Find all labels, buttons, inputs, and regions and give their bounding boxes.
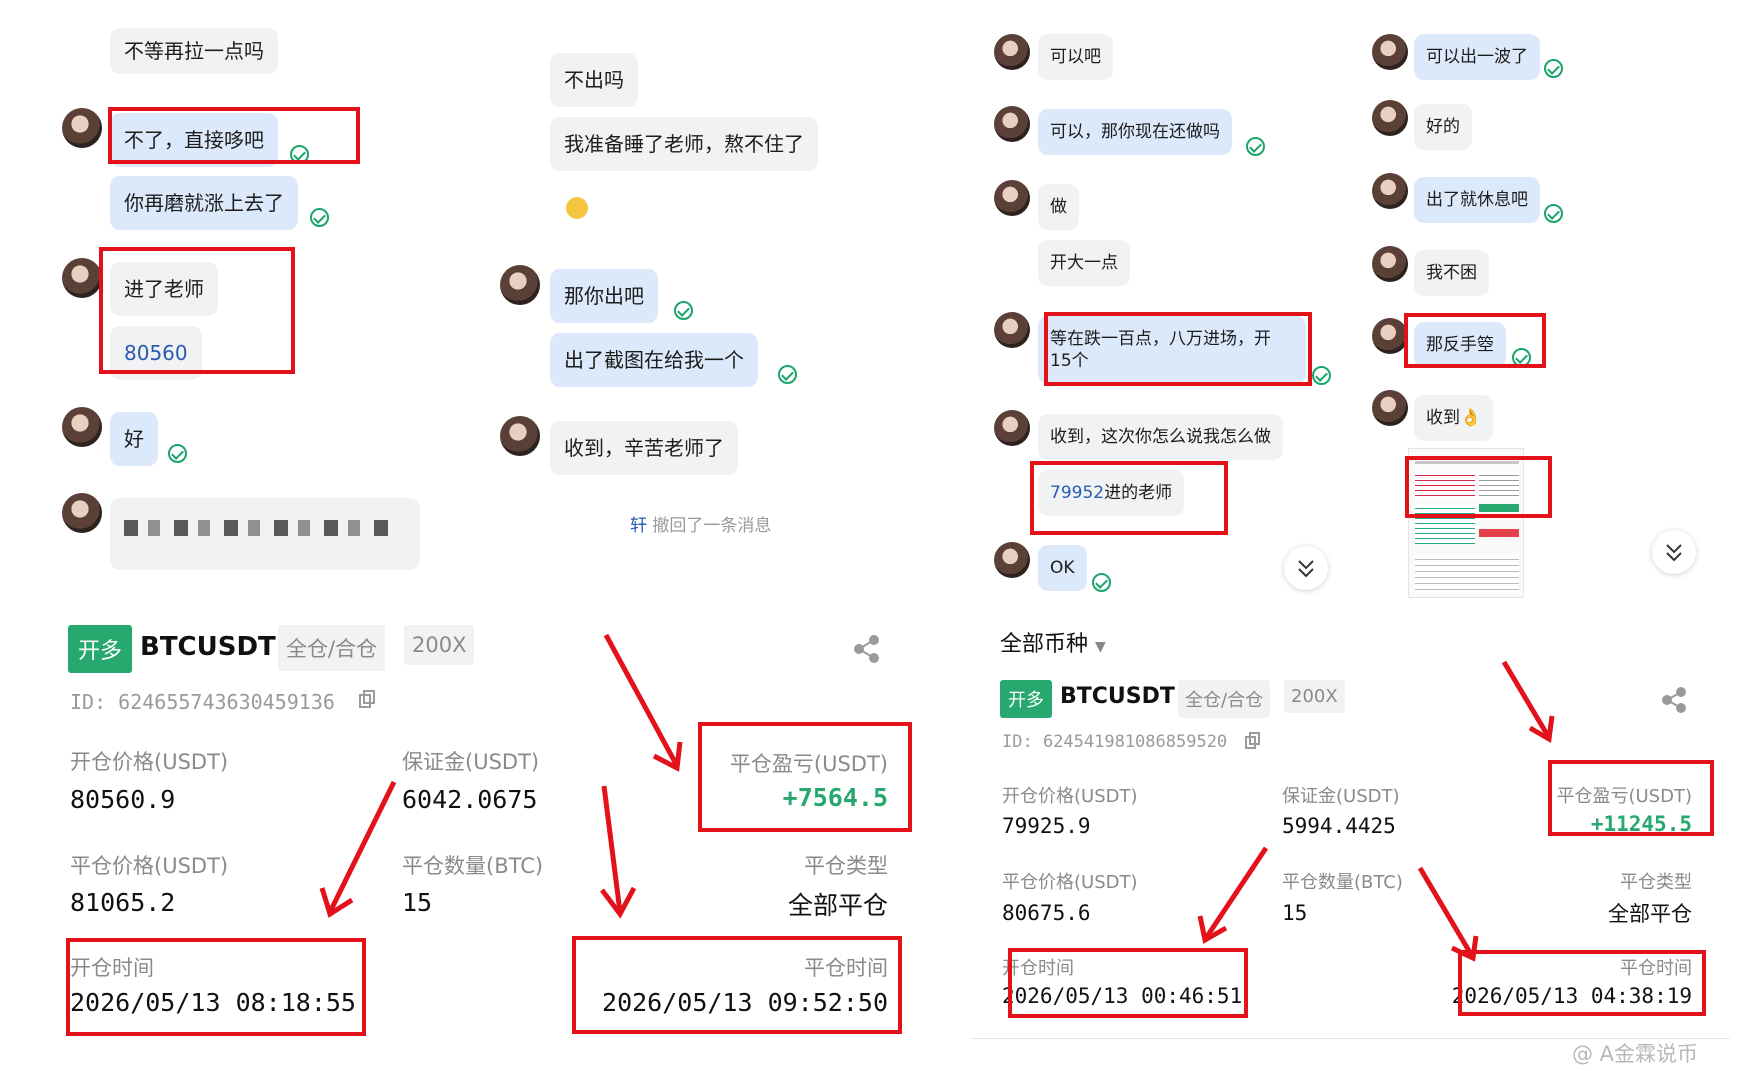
- arrow-to-close-time: [1417, 866, 1475, 958]
- arrow-to-pnl: [1501, 660, 1551, 738]
- watermark: @ A金霖说币: [1572, 1042, 1699, 1066]
- arrows-right: [1197, 660, 1555, 962]
- arrow-to-open-time: [1203, 846, 1269, 940]
